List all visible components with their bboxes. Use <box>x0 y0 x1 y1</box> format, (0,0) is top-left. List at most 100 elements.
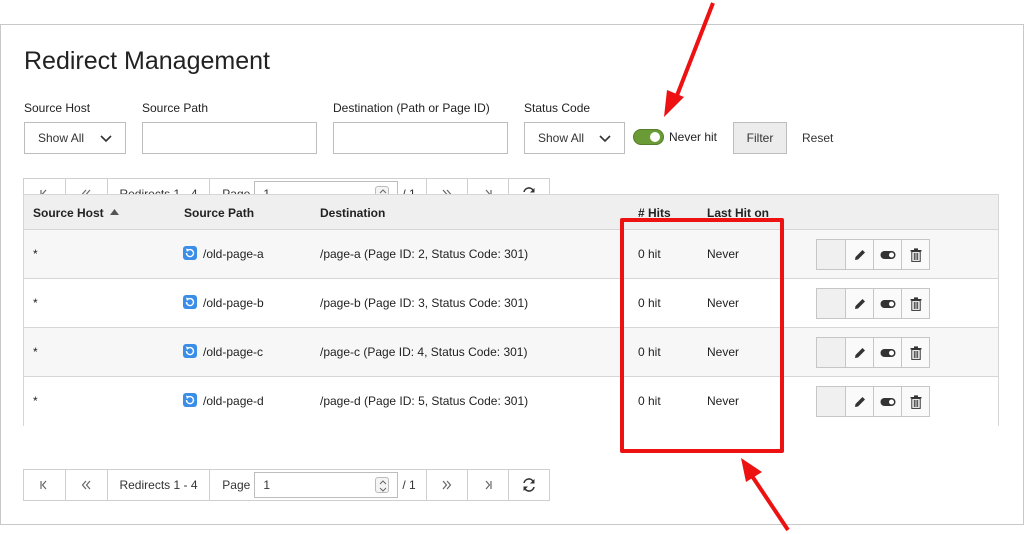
toggle-icon <box>880 250 895 259</box>
edit-pencil-icon <box>854 396 865 407</box>
never-hit-label: Never hit <box>669 130 718 144</box>
source-path-label: Source Path <box>142 101 209 115</box>
edit-button[interactable] <box>845 337 874 368</box>
filter-button[interactable]: Filter <box>733 122 787 154</box>
first-page-button[interactable] <box>24 470 66 500</box>
trash-icon <box>910 247 921 262</box>
redirect-icon <box>183 295 197 309</box>
next-page-icon <box>442 480 452 490</box>
cell-source-path[interactable]: /old-page-c <box>203 345 263 359</box>
destination-input[interactable] <box>333 122 508 154</box>
cell-destination: /page-c (Page ID: 4, Status Code: 301) <box>320 345 527 359</box>
toggle-icon <box>880 348 895 357</box>
sort-asc-icon <box>110 209 119 215</box>
table-body: * /old-page-a /page-a (Page ID: 2, Statu… <box>24 230 998 426</box>
cell-source-path[interactable]: /old-page-b <box>203 296 264 310</box>
page-spinner-icon[interactable] <box>375 477 390 493</box>
previous-page-button[interactable] <box>66 470 108 500</box>
page-number-value: 1 <box>263 478 270 492</box>
cell-destination-path[interactable]: /page-c <box>320 345 360 359</box>
toggle-icon <box>880 397 895 406</box>
never-hit-toggle[interactable] <box>633 129 664 145</box>
page-total: / 1 <box>402 478 416 492</box>
page-title: Redirect Management <box>24 47 270 75</box>
cell-source-path[interactable]: /old-page-d <box>203 394 264 408</box>
redirect-icon <box>183 246 197 260</box>
cell-destination: /page-a (Page ID: 2, Status Code: 301) <box>320 247 528 261</box>
table-row: * /old-page-a /page-a (Page ID: 2, Statu… <box>24 230 998 279</box>
source-path-input[interactable] <box>142 122 317 154</box>
row-actions <box>816 239 930 270</box>
cell-destination: /page-b (Page ID: 3, Status Code: 301) <box>320 296 528 310</box>
toggle-button[interactable] <box>873 386 902 417</box>
next-page-button[interactable] <box>427 470 469 500</box>
annotation-highlight-box <box>620 218 784 453</box>
status-code-select[interactable]: Show All <box>524 122 625 154</box>
action-placeholder <box>816 386 846 417</box>
cell-destination-info: (Page ID: 2, Status Code: 301) <box>364 247 529 261</box>
chevron-down-icon <box>599 135 611 143</box>
status-code-label: Status Code <box>524 101 591 115</box>
cell-destination-path[interactable]: /page-d <box>320 394 361 408</box>
pager-range-text: Redirects 1 - 4 <box>108 470 211 500</box>
toggle-icon <box>880 299 895 308</box>
table-header: Source Host Source Path Destination # Hi… <box>24 195 998 230</box>
trash-icon <box>910 345 921 360</box>
trash-icon <box>910 394 921 409</box>
cell-destination-info: (Page ID: 3, Status Code: 301) <box>364 296 529 310</box>
row-actions <box>816 288 930 319</box>
cell-source-host: * <box>33 247 38 261</box>
reset-button[interactable]: Reset <box>802 131 833 145</box>
delete-button[interactable] <box>901 288 930 319</box>
col-source-path: Source Path <box>184 206 255 220</box>
table-row: * /old-page-c /page-c (Page ID: 4, Statu… <box>24 328 998 377</box>
reload-button[interactable] <box>509 470 549 500</box>
edit-button[interactable] <box>845 288 874 319</box>
table-row: * /old-page-d /page-d (Page ID: 5, Statu… <box>24 377 998 426</box>
redirect-icon <box>183 344 197 358</box>
destination-label: Destination (Path or Page ID) <box>333 101 490 115</box>
chevron-down-icon <box>100 135 112 143</box>
edit-pencil-icon <box>854 298 865 309</box>
cell-destination-info: (Page ID: 4, Status Code: 301) <box>363 345 528 359</box>
reload-icon <box>523 478 535 492</box>
table-row: * /old-page-b /page-b (Page ID: 3, Statu… <box>24 279 998 328</box>
row-actions <box>816 386 930 417</box>
edit-pencil-icon <box>854 249 865 260</box>
source-host-select[interactable]: Show All <box>24 122 126 154</box>
col-source-host[interactable]: Source Host <box>33 206 104 220</box>
source-host-select-value: Show All <box>38 131 85 145</box>
status-code-select-value: Show All <box>538 131 585 145</box>
row-actions <box>816 337 930 368</box>
previous-page-icon <box>81 480 91 490</box>
delete-button[interactable] <box>901 337 930 368</box>
toggle-button[interactable] <box>873 337 902 368</box>
action-placeholder <box>816 288 846 319</box>
redirect-icon <box>183 393 197 407</box>
redirects-table: Source Host Source Path Destination # Hi… <box>23 194 999 426</box>
cell-destination-info: (Page ID: 5, Status Code: 301) <box>364 394 529 408</box>
toggle-button[interactable] <box>873 288 902 319</box>
cell-source-host: * <box>33 296 38 310</box>
edit-button[interactable] <box>845 386 874 417</box>
pager-bottom: Redirects 1 - 4 Page 1 / 1 <box>23 469 550 501</box>
cell-destination-path[interactable]: /page-b <box>320 296 361 310</box>
source-host-label: Source Host <box>24 101 91 115</box>
cell-source-host: * <box>33 345 38 359</box>
last-page-button[interactable] <box>468 470 510 500</box>
toggle-button[interactable] <box>873 239 902 270</box>
page-label: Page <box>222 478 251 492</box>
last-page-icon <box>485 480 492 490</box>
action-placeholder <box>816 239 846 270</box>
edit-button[interactable] <box>845 239 874 270</box>
cell-destination-path[interactable]: /page-a <box>320 247 361 261</box>
cell-destination: /page-d (Page ID: 5, Status Code: 301) <box>320 394 528 408</box>
cell-source-path[interactable]: /old-page-a <box>203 247 264 261</box>
trash-icon <box>910 296 921 311</box>
delete-button[interactable] <box>901 386 930 417</box>
col-destination: Destination <box>320 206 386 220</box>
action-placeholder <box>816 337 846 368</box>
page-number-input[interactable]: 1 <box>254 472 399 498</box>
first-page-icon <box>40 480 47 490</box>
delete-button[interactable] <box>901 239 930 270</box>
